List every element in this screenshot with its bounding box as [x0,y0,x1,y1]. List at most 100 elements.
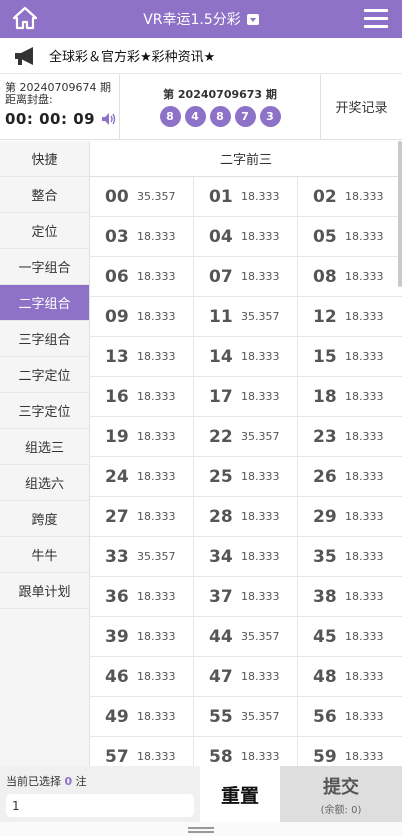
bet-cell[interactable]: 00 35.357 [90,177,194,217]
sidebar-item[interactable]: 组选六 [0,465,89,501]
bet-cell[interactable]: 45 18.333 [298,617,402,657]
submit-button[interactable]: 提交 (余额: 0) [280,766,402,822]
sidebar-item[interactable]: 整合 [0,177,89,213]
bet-odds: 18.333 [137,310,176,323]
chevron-down-icon [246,13,259,25]
bet-cell[interactable]: 14 18.333 [194,337,298,377]
bet-cell[interactable]: 25 18.333 [194,457,298,497]
bet-cell[interactable]: 08 18.333 [298,257,402,297]
bet-cell[interactable]: 05 18.333 [298,217,402,257]
bet-number: 38 [313,586,337,607]
bet-cell[interactable]: 38 18.333 [298,577,402,617]
sidebar-item[interactable]: 二字组合 [0,285,89,321]
bet-cell[interactable]: 47 18.333 [194,657,298,697]
bet-cell[interactable]: 04 18.333 [194,217,298,257]
bet-cell[interactable]: 49 18.333 [90,697,194,737]
sidebar-item[interactable]: 三字组合 [0,321,89,357]
bet-cell[interactable]: 17 18.333 [194,377,298,417]
hamburger-menu-icon[interactable] [364,9,388,29]
bet-cell[interactable]: 29 18.333 [298,497,402,537]
bet-cell[interactable]: 02 18.333 [298,177,402,217]
sidebar-item[interactable]: 组选三 [0,429,89,465]
bottom-bar [0,822,402,836]
notice-text: 全球彩＆官方彩★彩种资讯★ [49,50,216,65]
bet-cell[interactable]: 46 18.333 [90,657,194,697]
sidebar-item[interactable]: 二字定位 [0,357,89,393]
bet-cell[interactable]: 15 18.333 [298,337,402,377]
bet-number: 57 [105,746,129,767]
bet-odds: 18.333 [241,590,280,603]
history-link[interactable]: 开奖记录 [320,74,402,139]
bet-number: 25 [209,466,233,487]
bet-odds: 18.333 [345,310,384,323]
bet-cell[interactable]: 19 18.333 [90,417,194,457]
bet-cell[interactable]: 59 18.333 [298,737,402,767]
bet-cell[interactable]: 44 35.357 [194,617,298,657]
reset-button[interactable]: 重置 [200,766,280,822]
home-icon[interactable] [12,6,38,30]
sidebar-item[interactable]: 一字组合 [0,249,89,285]
sidebar-item[interactable]: 快捷 [0,141,89,177]
sidebar-item[interactable]: 定位 [0,213,89,249]
sidebar-item[interactable]: 跟单计划 [0,573,89,609]
bet-odds: 18.333 [241,270,280,283]
bet-number: 48 [313,666,337,687]
bet-cell[interactable]: 37 18.333 [194,577,298,617]
sidebar-item[interactable]: 跨度 [0,501,89,537]
bet-number: 24 [105,466,129,487]
bet-cell[interactable]: 36 18.333 [90,577,194,617]
bet-cell[interactable]: 26 18.333 [298,457,402,497]
result-ball: 7 [234,106,256,127]
bet-cell[interactable]: 56 18.333 [298,697,402,737]
close-label: 距离封盘: [5,93,53,106]
bet-cell[interactable]: 01 18.333 [194,177,298,217]
bet-cell[interactable]: 58 18.333 [194,737,298,766]
bet-number: 09 [105,306,129,327]
lottery-selector[interactable]: VR幸运1.5分彩 [143,9,259,29]
scrollbar[interactable] [398,141,402,287]
bet-cell[interactable]: 16 18.333 [90,377,194,417]
amount-input[interactable] [6,794,194,817]
bet-odds: 18.333 [345,670,384,683]
bet-cell[interactable]: 24 18.333 [90,457,194,497]
speaker-icon[interactable] [101,112,117,126]
current-issue-panel: 第 20240709674 期 距离封盘: 00: 00: 09 [0,74,120,139]
bet-cell[interactable]: 09 18.333 [90,297,194,337]
bet-cell[interactable]: 07 18.333 [194,257,298,297]
bet-cell[interactable]: 22 35.357 [194,417,298,457]
bet-cell[interactable]: 03 18.333 [90,217,194,257]
bet-number: 17 [209,386,233,407]
bet-cell[interactable]: 23 18.333 [298,417,402,457]
bet-cell[interactable]: 13 18.333 [90,337,194,377]
bet-cell[interactable]: 39 18.333 [90,617,194,657]
bet-number: 59 [313,746,337,767]
bet-cell[interactable]: 12 18.333 [298,297,402,337]
bet-cell[interactable]: 34 18.333 [194,537,298,577]
bet-cell[interactable]: 35 18.333 [298,537,402,577]
bet-cell[interactable]: 18 18.333 [298,377,402,417]
bet-cell[interactable]: 55 35.357 [194,697,298,737]
bet-odds: 18.333 [345,630,384,643]
draw-info: 第 20240709674 期 距离封盘: 00: 00: 09 第 20240… [0,74,402,140]
bet-odds: 18.333 [345,190,384,203]
bet-footer: 当前已选择 0 注 重置 提交 (余额: 0) [0,766,402,822]
bet-cell[interactable]: 57 18.333 [90,737,194,766]
bet-odds: 18.333 [137,590,176,603]
bet-cell[interactable]: 48 18.333 [298,657,402,697]
bet-cell[interactable]: 33 35.357 [90,537,194,577]
bet-panel: 二字前三 00 35.357 01 18.333 02 18.333 03 18.333 04 1… [90,141,402,766]
bet-cell[interactable]: 27 18.333 [90,497,194,537]
bet-cell[interactable]: 28 18.333 [194,497,298,537]
sidebar-item[interactable]: 牛牛 [0,537,89,573]
bet-cell[interactable]: 06 18.333 [90,257,194,297]
bet-odds: 18.333 [345,350,384,363]
bet-odds: 35.357 [241,310,280,323]
bet-odds: 18.333 [345,230,384,243]
bet-number: 34 [209,546,233,567]
bet-odds: 35.357 [241,630,280,643]
sidebar-item[interactable]: 三字定位 [0,393,89,429]
bet-cell[interactable]: 11 35.357 [194,297,298,337]
bet-number: 46 [105,666,129,687]
bet-odds: 18.333 [241,750,280,763]
drag-handle-icon[interactable] [188,827,214,835]
